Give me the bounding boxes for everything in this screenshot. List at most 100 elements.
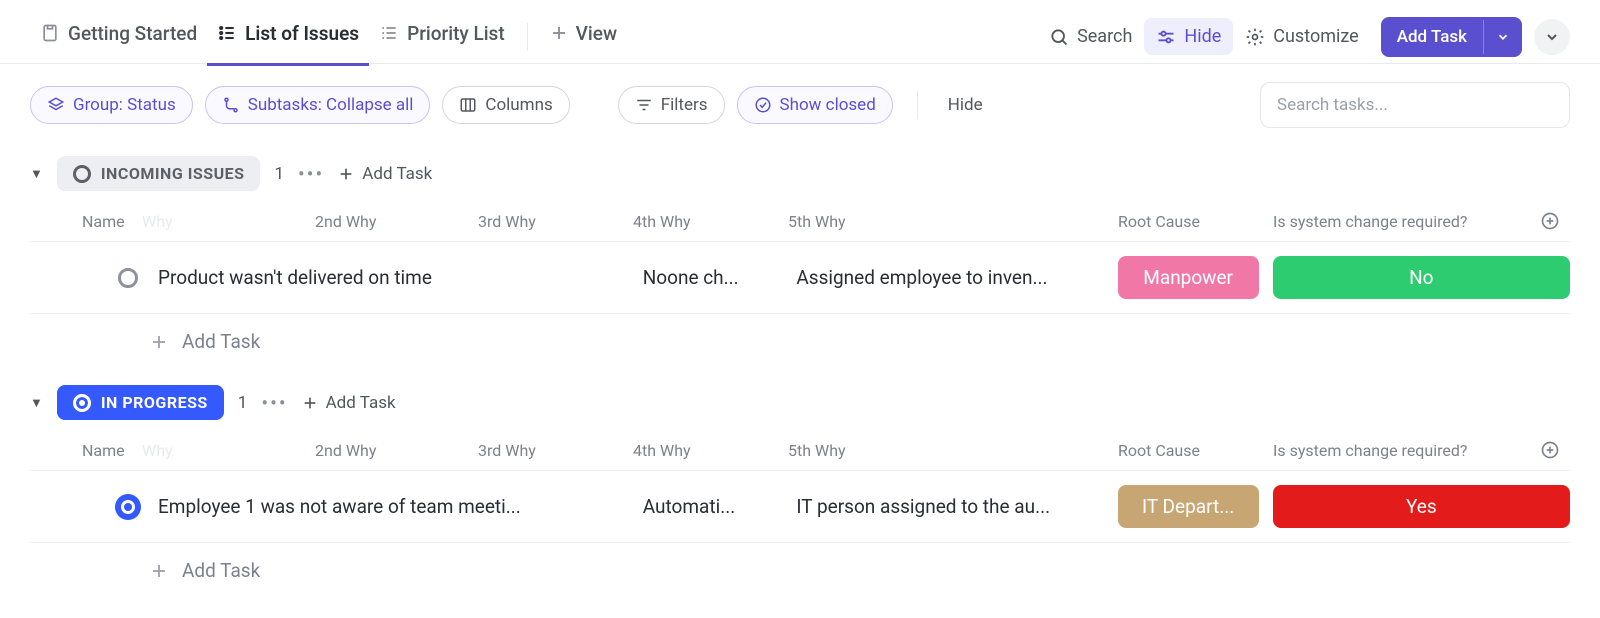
col-5th-why[interactable]: 5th Why xyxy=(788,212,1118,231)
col-name[interactable]: NameWhy xyxy=(82,441,315,460)
status-pill-incoming[interactable]: INCOMING ISSUES xyxy=(57,156,261,191)
priority-list-icon xyxy=(379,23,399,43)
task-row[interactable]: Product wasn't delivered on time Noone c… xyxy=(30,242,1570,314)
collapse-toggle[interactable]: ▼ xyxy=(30,395,43,411)
col-4th-why[interactable]: 4th Why xyxy=(633,441,788,460)
plus-icon xyxy=(150,333,168,351)
search-label: Search xyxy=(1077,26,1132,47)
col-root-cause[interactable]: Root Cause xyxy=(1118,212,1273,231)
add-column[interactable] xyxy=(1540,211,1560,231)
search-icon xyxy=(1049,27,1069,47)
col-3rd-why[interactable]: 3rd Why xyxy=(478,212,633,231)
customize-label: Customize xyxy=(1273,26,1358,47)
column-header: NameWhy 2nd Why 3rd Why 4th Why 5th Why … xyxy=(30,430,1570,471)
add-task-label: Add Task xyxy=(182,330,260,353)
subtasks-chip-label: Subtasks: Collapse all xyxy=(248,95,414,115)
task-name: Product wasn't delivered on time xyxy=(158,266,643,289)
divider xyxy=(527,23,528,51)
hide-label: Hide xyxy=(1184,26,1221,47)
branch-icon xyxy=(222,96,240,114)
group-count: 1 xyxy=(238,393,248,413)
group-chip-label: Group: Status xyxy=(73,95,176,115)
tab-label: Getting Started xyxy=(68,22,197,45)
group-menu[interactable]: ••• xyxy=(261,391,287,415)
group-chip[interactable]: Group: Status xyxy=(30,86,193,124)
group-count: 1 xyxy=(274,164,284,184)
gear-icon xyxy=(1245,27,1265,47)
collapse-toggle[interactable]: ▼ xyxy=(30,166,43,182)
root-cause-badge[interactable]: IT Depart... xyxy=(1118,485,1259,528)
add-task-label: Add Task xyxy=(182,559,260,582)
add-task-button[interactable]: Add Task xyxy=(1381,17,1522,57)
search-input[interactable] xyxy=(1260,82,1570,128)
task-row[interactable]: Employee 1 was not aware of team meeti..… xyxy=(30,471,1570,543)
group-menu[interactable]: ••• xyxy=(298,162,324,186)
col-system-change[interactable]: Is system change required? xyxy=(1273,441,1523,460)
add-task-dropdown[interactable] xyxy=(1483,20,1522,54)
filters-chip-label: Filters xyxy=(661,95,708,115)
system-change-badge[interactable]: Yes xyxy=(1273,485,1570,528)
add-task-label: Add Task xyxy=(1381,17,1483,57)
col-system-change[interactable]: Is system change required? xyxy=(1273,212,1523,231)
filter-icon xyxy=(635,96,653,114)
tab-label: Priority List xyxy=(407,22,505,45)
col-2nd-why[interactable]: 2nd Why xyxy=(315,441,478,460)
column-header: NameWhy 2nd Why 3rd Why 4th Why 5th Why … xyxy=(30,201,1570,242)
customize-button[interactable]: Customize xyxy=(1233,18,1370,55)
add-column[interactable] xyxy=(1540,440,1560,460)
cell-4th-why: Automati... xyxy=(643,495,797,518)
show-closed-label: Show closed xyxy=(780,95,876,115)
plus-icon xyxy=(338,166,354,182)
group-add-task[interactable]: Add Task xyxy=(338,164,432,184)
add-view[interactable]: View xyxy=(540,8,627,66)
search-button[interactable]: Search xyxy=(1037,18,1144,55)
col-4th-why[interactable]: 4th Why xyxy=(633,212,788,231)
hide-button[interactable]: Hide xyxy=(1144,18,1233,55)
divider xyxy=(917,91,918,119)
chevron-down-icon xyxy=(1544,29,1560,45)
col-root-cause[interactable]: Root Cause xyxy=(1118,441,1273,460)
hide-filters[interactable]: Hide xyxy=(948,95,983,115)
show-closed-chip[interactable]: Show closed xyxy=(737,86,893,124)
status-dot-icon xyxy=(73,165,91,183)
tab-label: List of Issues xyxy=(245,22,359,45)
add-task-row[interactable]: Add Task xyxy=(30,543,1570,598)
col-3rd-why[interactable]: 3rd Why xyxy=(478,441,633,460)
status-circle-icon[interactable] xyxy=(118,268,138,288)
col-name[interactable]: NameWhy xyxy=(82,212,315,231)
plus-icon xyxy=(302,395,318,411)
col-5th-why[interactable]: 5th Why xyxy=(788,441,1118,460)
columns-chip-label: Columns xyxy=(485,95,552,115)
list-icon xyxy=(217,23,237,43)
cell-4th-why: Noone ch... xyxy=(643,266,797,289)
status-label: IN PROGRESS xyxy=(101,393,208,412)
col-2nd-why[interactable]: 2nd Why xyxy=(315,212,478,231)
group-add-task[interactable]: Add Task xyxy=(302,393,396,413)
cell-5th-why: IT person assigned to the au... xyxy=(796,495,1117,518)
tab-priority-list[interactable]: Priority List xyxy=(369,8,515,66)
group-add-label: Add Task xyxy=(326,393,396,413)
tab-list-of-issues[interactable]: List of Issues xyxy=(207,8,369,66)
search-tasks[interactable] xyxy=(1260,82,1570,128)
tab-getting-started[interactable]: Getting Started xyxy=(30,8,207,66)
task-name: Employee 1 was not aware of team meeti..… xyxy=(158,495,643,518)
more-menu[interactable] xyxy=(1534,19,1570,55)
filters-chip[interactable]: Filters xyxy=(618,86,725,124)
check-circle-icon xyxy=(754,96,772,114)
add-task-row[interactable]: Add Task xyxy=(30,314,1570,369)
stack-icon xyxy=(47,96,65,114)
subtasks-chip[interactable]: Subtasks: Collapse all xyxy=(205,86,431,124)
root-cause-badge[interactable]: Manpower xyxy=(1118,256,1259,299)
doc-icon xyxy=(40,23,60,43)
sliders-icon xyxy=(1156,27,1176,47)
columns-chip[interactable]: Columns xyxy=(442,86,569,124)
plus-icon xyxy=(150,562,168,580)
cell-5th-why: Assigned employee to inven... xyxy=(796,266,1117,289)
columns-icon xyxy=(459,96,477,114)
add-view-label: View xyxy=(576,22,617,45)
system-change-badge[interactable]: No xyxy=(1273,256,1570,299)
status-pill-in-progress[interactable]: IN PROGRESS xyxy=(57,385,224,420)
status-circle-icon[interactable] xyxy=(118,497,138,517)
plus-icon xyxy=(550,24,568,42)
status-dot-icon xyxy=(73,394,91,412)
